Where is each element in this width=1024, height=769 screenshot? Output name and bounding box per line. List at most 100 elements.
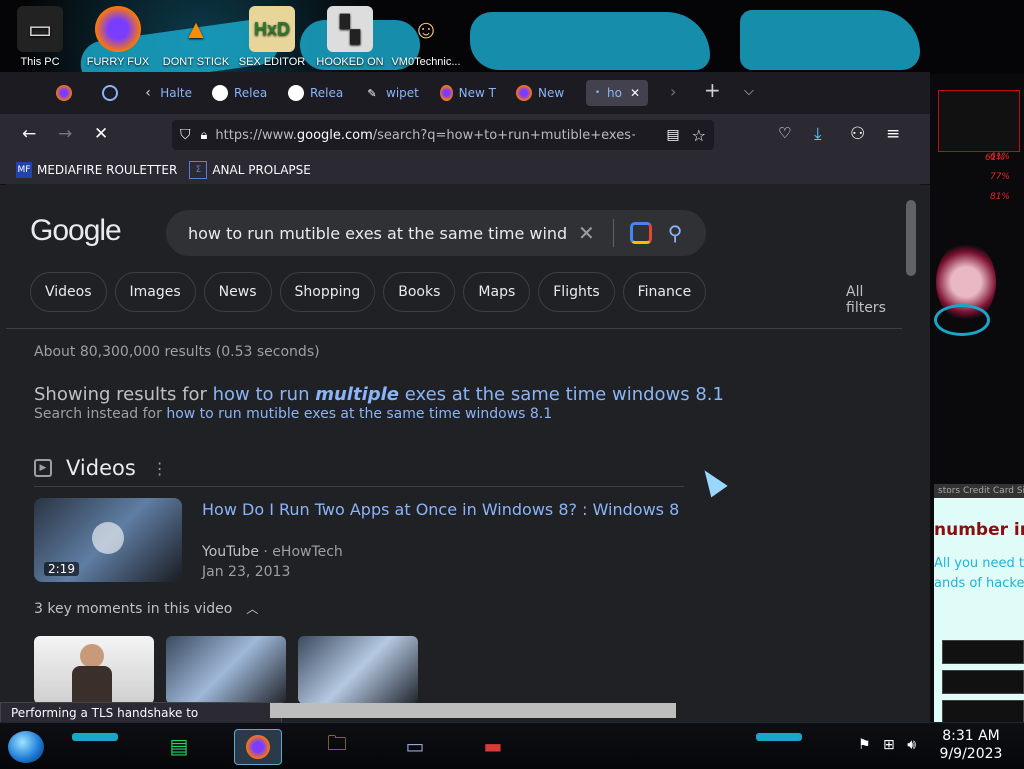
- desktop-icon-label: SEX EDITOR: [238, 56, 306, 68]
- tab-scroll-right-icon[interactable]: ›: [670, 82, 676, 101]
- mediafire-icon: MF: [16, 162, 32, 178]
- widget-strip-text: stors Credit Card Si: [934, 484, 1024, 498]
- video-play-icon: ▶: [34, 459, 52, 477]
- tab-new-2[interactable]: New: [516, 80, 572, 106]
- back-arrow-icon[interactable]: ←: [22, 124, 36, 144]
- header-divider: [6, 328, 902, 329]
- tab-firefox-1[interactable]: [56, 80, 78, 106]
- tab-wipet[interactable]: ✎ wipet: [364, 80, 420, 106]
- tab-globe[interactable]: [102, 80, 124, 106]
- desktop-icon-furry-fux[interactable]: FURRY FUX: [82, 6, 154, 68]
- presenter-figure: [72, 666, 112, 704]
- more-options-icon[interactable]: ⋮: [152, 459, 168, 478]
- clear-search-icon[interactable]: ✕: [578, 221, 595, 245]
- chip-books[interactable]: Books: [383, 272, 456, 312]
- chip-images[interactable]: Images: [114, 272, 196, 312]
- horizontal-scrollbar[interactable]: [270, 703, 676, 718]
- desktop-icon-label: FURRY FUX: [86, 56, 150, 68]
- file-explorer-icon[interactable]: 🗀︎: [314, 729, 360, 763]
- chip-maps[interactable]: Maps: [463, 272, 531, 312]
- tab-new-1[interactable]: New T: [440, 80, 496, 106]
- bookmark-anal-prolapse[interactable]: Σ ANAL PROLAPSE: [189, 161, 311, 179]
- key-moment-thumbnail[interactable]: [166, 636, 286, 704]
- corrected-query-link[interactable]: how to run multiple exes at the same tim…: [213, 384, 724, 405]
- showing-results-for: Showing results for how to run multiple …: [34, 384, 724, 405]
- tab-release-1[interactable]: Relea: [212, 80, 268, 106]
- tab-label: wipet: [386, 86, 419, 100]
- search-icon[interactable]: ⚲: [668, 221, 683, 245]
- chip-news[interactable]: News: [203, 272, 272, 312]
- tab-label: ho: [606, 86, 622, 100]
- globe-icon: [102, 85, 118, 101]
- videos-section-header: ▶ Videos ⋮: [34, 456, 168, 480]
- scrollbar-thumb[interactable]: [906, 200, 916, 276]
- download-icon[interactable]: ⤓: [814, 124, 822, 144]
- key-moment-thumbnail[interactable]: [298, 636, 418, 704]
- desktop-icon-this-pc[interactable]: ▭ This PC: [4, 6, 76, 68]
- taskbar: ▤ 🗀︎ ▭ ▬ ⚑ ⊞ 🔊︎ 8:31 AM 9/9/2023: [0, 722, 1024, 769]
- bookmark-star-icon[interactable]: ☆: [692, 126, 706, 145]
- tab-active[interactable]: • ho ✕: [586, 80, 648, 106]
- key-moment-thumbnail[interactable]: [34, 636, 154, 704]
- search-input[interactable]: how to run mutible exes at the same time…: [188, 224, 566, 243]
- url-domain: google.com: [296, 127, 373, 143]
- desktop-icon-label: DONT STICK: [162, 56, 230, 68]
- notes-app-icon[interactable]: ▤: [156, 729, 202, 763]
- volume-icon[interactable]: 🔊︎: [907, 737, 916, 753]
- all-filters-button[interactable]: All filters: [846, 284, 902, 316]
- system-clock[interactable]: 8:31 AM 9/9/2023: [936, 727, 1006, 763]
- widget-box: [942, 700, 1024, 724]
- tab-label: Relea: [234, 86, 268, 100]
- google-logo[interactable]: Google: [30, 214, 122, 248]
- firefox-taskbar-icon[interactable]: [234, 729, 282, 765]
- videos-heading: Videos: [66, 456, 136, 480]
- shield-icon[interactable]: ⛉: [180, 127, 191, 143]
- menu-icon[interactable]: ≡: [886, 124, 900, 144]
- desktop-icon-dont-stick[interactable]: ▲ DONT STICK: [160, 6, 232, 69]
- showing-prefix: Showing results for: [34, 384, 213, 405]
- search-box[interactable]: how to run mutible exes at the same time…: [166, 210, 706, 256]
- flag-icon[interactable]: ⚑: [858, 737, 871, 753]
- bookmark-mediafire[interactable]: MF MEDIAFIRE ROULETTER: [16, 162, 177, 178]
- window-app-icon[interactable]: ▭: [392, 729, 438, 763]
- video-thumbnail[interactable]: 2:19: [34, 498, 182, 582]
- desktop-icon-vm0technic[interactable]: ☺ VM0Technic...: [390, 6, 462, 69]
- start-button[interactable]: [8, 731, 44, 763]
- video-duration: 2:19: [44, 562, 79, 576]
- chip-shopping[interactable]: Shopping: [279, 272, 376, 312]
- extensions-icon[interactable]: ⚇: [850, 124, 865, 144]
- tab-release-2[interactable]: Relea: [288, 80, 344, 106]
- vlc-icon: ▲: [183, 13, 209, 44]
- wallpaper-shape: [470, 12, 710, 70]
- original-query-link[interactable]: how to run mutible exes at the same time…: [166, 406, 552, 422]
- close-tab-icon[interactable]: ✕: [630, 86, 640, 100]
- tab-halte[interactable]: ‹ Halte: [142, 80, 192, 106]
- forward-arrow-icon[interactable]: →: [58, 124, 72, 144]
- url-bar[interactable]: ⛉ 🔒︎ https://www.google.com/search?q=how…: [172, 120, 714, 150]
- reader-view-icon[interactable]: ▤: [666, 127, 679, 143]
- lock-icon[interactable]: 🔒︎: [201, 128, 208, 143]
- tab-label: New T: [458, 86, 496, 100]
- chip-videos[interactable]: Videos: [30, 272, 107, 312]
- list-tabs-chevron-icon[interactable]: ⌵: [744, 84, 754, 99]
- new-tab-icon[interactable]: +: [704, 78, 721, 102]
- desktop-icon-label: HOOKED ON: [316, 56, 384, 68]
- stop-loading-icon[interactable]: ✕: [94, 124, 108, 144]
- desktop-icon-sex-editor[interactable]: HxD SEX EDITOR: [236, 6, 308, 68]
- hacker-app-icon[interactable]: ▬: [470, 729, 516, 763]
- key-moments-toggle[interactable]: 3 key moments in this video ︿: [34, 600, 258, 617]
- firefox-window: ‹ Halte Relea Relea ✎ wipet New T New • …: [0, 72, 930, 740]
- desktop-icon-hooked-on[interactable]: ▚ HOOKED ON: [314, 6, 386, 68]
- chip-flights[interactable]: Flights: [538, 272, 615, 312]
- pocket-icon[interactable]: ♡: [778, 124, 791, 142]
- network-icon[interactable]: ⊞: [883, 737, 895, 753]
- lens-icon[interactable]: [629, 222, 652, 244]
- presenter-figure: [80, 644, 104, 668]
- chip-finance[interactable]: Finance: [622, 272, 707, 312]
- corrected-query-bold: multiple: [315, 384, 400, 405]
- video-title-link[interactable]: How Do I Run Two Apps at Once in Windows…: [202, 500, 679, 519]
- page-scrollbar[interactable]: [902, 184, 920, 722]
- url-text[interactable]: https://www.google.com/search?q=how+to+r…: [215, 128, 635, 143]
- widget-heading: number in: [934, 520, 1024, 540]
- widget-box: [942, 640, 1024, 664]
